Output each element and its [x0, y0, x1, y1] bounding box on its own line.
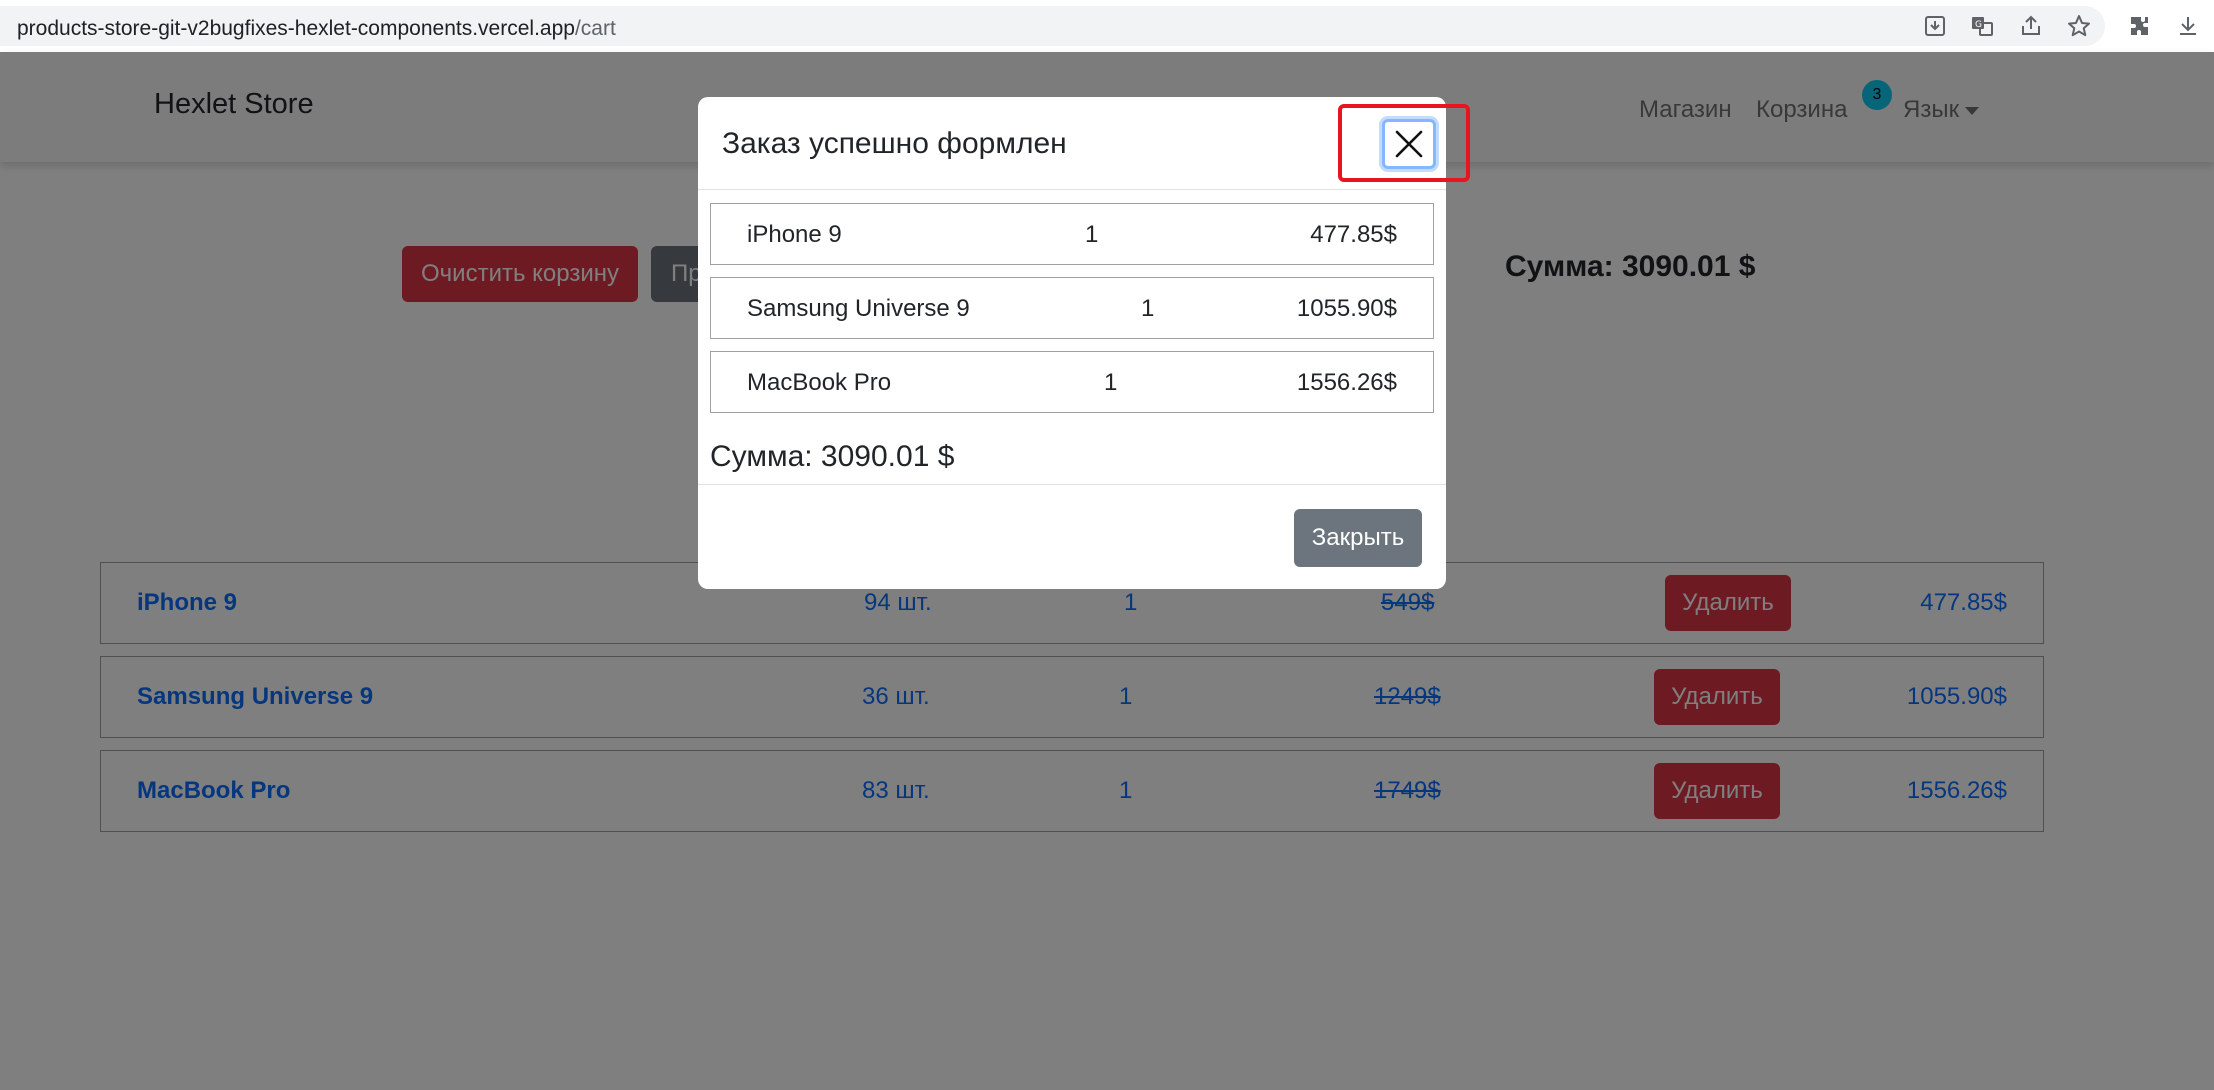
url-path: /cart — [574, 17, 616, 40]
install-app-icon[interactable] — [1921, 12, 1949, 40]
modal-item-name: Samsung Universe 9 — [747, 295, 970, 322]
annotation-highlight — [1338, 104, 1470, 182]
modal-item-qty: 1 — [1104, 369, 1118, 396]
modal-item-name: MacBook Pro — [747, 369, 892, 396]
star-icon[interactable] — [2065, 12, 2093, 40]
browser-toolbar: products-store-git-v2bugfixes-hexlet-com… — [0, 0, 2214, 52]
modal-item-name: iPhone 9 — [747, 221, 842, 248]
extensions-icon[interactable] — [2126, 12, 2154, 40]
share-icon[interactable] — [2017, 12, 2045, 40]
modal-title: Заказ успешно формлен — [722, 127, 1067, 160]
modal-item-price: 1055.90$ — [1296, 295, 1397, 322]
modal-close-footer-button[interactable]: Закрыть — [1294, 509, 1422, 567]
modal-item-qty: 1 — [1085, 221, 1099, 248]
modal-item-price: 1556.26$ — [1296, 369, 1397, 396]
url-text[interactable]: products-store-git-v2bugfixes-hexlet-com… — [17, 17, 616, 41]
url-host: products-store-git-v2bugfixes-hexlet-com… — [17, 17, 575, 40]
modal-item-row: MacBook Pro 1 1556.26$ — [710, 351, 1434, 413]
modal-item-row: Samsung Universe 9 1 1055.90$ — [710, 277, 1434, 339]
translate-icon[interactable]: G — [1968, 12, 1996, 40]
address-bar[interactable]: products-store-git-v2bugfixes-hexlet-com… — [0, 6, 2105, 46]
modal-footer: Закрыть — [698, 484, 1446, 589]
svg-text:G: G — [1975, 20, 1982, 30]
modal-header: Заказ успешно формлен — [698, 97, 1446, 190]
order-success-modal: Заказ успешно формлен iPhone 9 1 477.85$… — [698, 97, 1446, 589]
downloads-icon[interactable] — [2174, 12, 2202, 40]
modal-item-qty: 1 — [1141, 295, 1155, 322]
modal-total: Сумма: 3090.01 $ — [710, 440, 955, 473]
modal-item-row: iPhone 9 1 477.85$ — [710, 203, 1434, 265]
modal-item-price: 477.85$ — [1310, 221, 1397, 248]
